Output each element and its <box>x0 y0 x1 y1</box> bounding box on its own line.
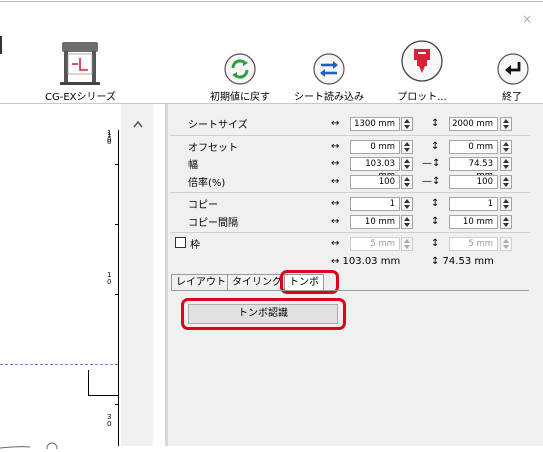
ruler-label: 10 <box>107 129 112 144</box>
device-label: CG-EXシリーズ <box>45 92 117 103</box>
horizontal-icon: ↔ <box>331 216 340 227</box>
read-sheet-button[interactable]: シート読み込み <box>288 51 370 103</box>
row-separator <box>170 192 530 193</box>
button-highlight-frame <box>181 298 346 330</box>
frame-y-field[interactable]: 5 mm <box>449 237 498 251</box>
horizontal-icon: ↔ <box>331 158 340 169</box>
scale-label: 倍率(%) <box>188 178 226 189</box>
read-sheet-label: シート読み込み <box>294 92 364 103</box>
vertical-icon: ↕ <box>431 198 440 209</box>
copy-spacing-y-spinner[interactable] <box>500 215 512 229</box>
frame-x-spinner[interactable] <box>401 237 413 251</box>
copy-spacing-label: コピー間隔 <box>188 218 238 229</box>
height-spinner[interactable] <box>500 157 512 171</box>
panel-splitter[interactable] <box>165 104 168 446</box>
device-button[interactable]: CG-EXシリーズ <box>45 40 117 103</box>
offset-label: オフセット <box>188 143 238 154</box>
vertical-icon: ↕ <box>431 238 440 249</box>
copies-x-spinner[interactable] <box>401 197 413 211</box>
window-edge-marker <box>0 36 2 54</box>
sheet-height-field[interactable]: 2000 mm <box>449 117 498 131</box>
page-boundary-line <box>0 364 118 365</box>
summary-height: ↕ 74.53 mm <box>431 256 494 267</box>
frame-y-spinner[interactable] <box>500 237 512 251</box>
swap-arrows-icon <box>313 53 345 85</box>
horizontal-icon: ↔ <box>331 198 340 209</box>
horizontal-icon: ↔ <box>331 176 340 187</box>
copies-x-field[interactable]: 1 <box>350 197 400 211</box>
width-field[interactable]: 103.03 mm <box>350 157 400 181</box>
return-arrow-icon <box>497 53 529 85</box>
horizontal-icon: ↔ <box>331 141 340 152</box>
aspect-link-icon[interactable]: —↕ <box>422 158 440 169</box>
height-field[interactable]: 74.53 mm <box>449 157 498 181</box>
scale-link-icon[interactable]: —↕ <box>422 176 440 187</box>
copy-spacing-x-spinner[interactable] <box>401 215 413 229</box>
offset-x-field[interactable]: 0 mm <box>350 140 400 154</box>
tab-tiling[interactable]: タイリング <box>227 274 286 291</box>
scale-x-field[interactable]: 100 <box>350 175 400 189</box>
scroll-handle-hint <box>0 439 60 452</box>
vertical-icon: ↕ <box>431 216 440 227</box>
row-separator <box>170 232 530 233</box>
copy-spacing-y-field[interactable]: 10 mm <box>449 215 498 229</box>
vertical-icon: ↕ <box>431 141 440 152</box>
copy-spacing-x-field[interactable]: 10 mm <box>350 215 400 229</box>
sheet-size-label: シートサイズ <box>188 120 248 131</box>
offset-y-field[interactable]: 0 mm <box>449 140 498 154</box>
horizontal-icon: ↔ <box>331 118 340 129</box>
media-corner-mark <box>88 370 118 396</box>
copies-y-field[interactable]: 1 <box>449 197 498 211</box>
cutter-icon <box>401 40 443 82</box>
exit-button[interactable]: 終了 <box>488 51 536 103</box>
refresh-icon <box>224 53 256 85</box>
scale-x-spinner[interactable] <box>401 175 413 189</box>
reset-defaults-button[interactable]: 初期値に戻す <box>203 51 277 103</box>
vertical-scrollbar[interactable] <box>121 104 153 446</box>
ruler-label: 30 <box>107 413 112 428</box>
plot-button[interactable]: プロット... <box>392 40 452 103</box>
scale-y-spinner[interactable] <box>500 175 512 189</box>
copies-label: コピー <box>188 200 218 211</box>
copies-y-spinner[interactable] <box>500 197 512 211</box>
sheet-width-field[interactable]: 1300 mm <box>350 117 400 131</box>
window-top-border <box>0 1 543 2</box>
close-icon[interactable]: × <box>522 12 532 26</box>
frame-checkbox[interactable] <box>175 237 186 248</box>
vertical-icon: ↕ <box>431 118 440 129</box>
offset-y-spinner[interactable] <box>500 140 512 154</box>
frame-x-field[interactable]: 5 mm <box>350 237 400 251</box>
sheet-height-spinner[interactable] <box>500 117 512 131</box>
exit-label: 終了 <box>502 92 522 103</box>
horizontal-icon: ↔ <box>331 238 340 249</box>
scale-y-field[interactable]: 100 <box>449 175 498 189</box>
width-label: 幅 <box>188 160 198 171</box>
tab-layout[interactable]: レイアウト <box>171 274 230 291</box>
frame-label: 枠 <box>190 240 200 251</box>
panel-gap <box>153 104 165 446</box>
ruler-line <box>118 130 119 446</box>
width-spinner[interactable] <box>401 157 413 171</box>
offset-x-spinner[interactable] <box>401 140 413 154</box>
summary-width: ↔ 103.03 mm <box>331 256 401 267</box>
row-separator <box>170 135 530 136</box>
sheet-width-spinner[interactable] <box>401 117 413 131</box>
reset-defaults-label: 初期値に戻す <box>210 92 270 103</box>
ruler-label: 10 <box>107 271 112 286</box>
plot-label: プロット... <box>397 92 447 103</box>
plotter-icon <box>60 42 100 85</box>
scroll-up-icon[interactable] <box>133 120 143 128</box>
